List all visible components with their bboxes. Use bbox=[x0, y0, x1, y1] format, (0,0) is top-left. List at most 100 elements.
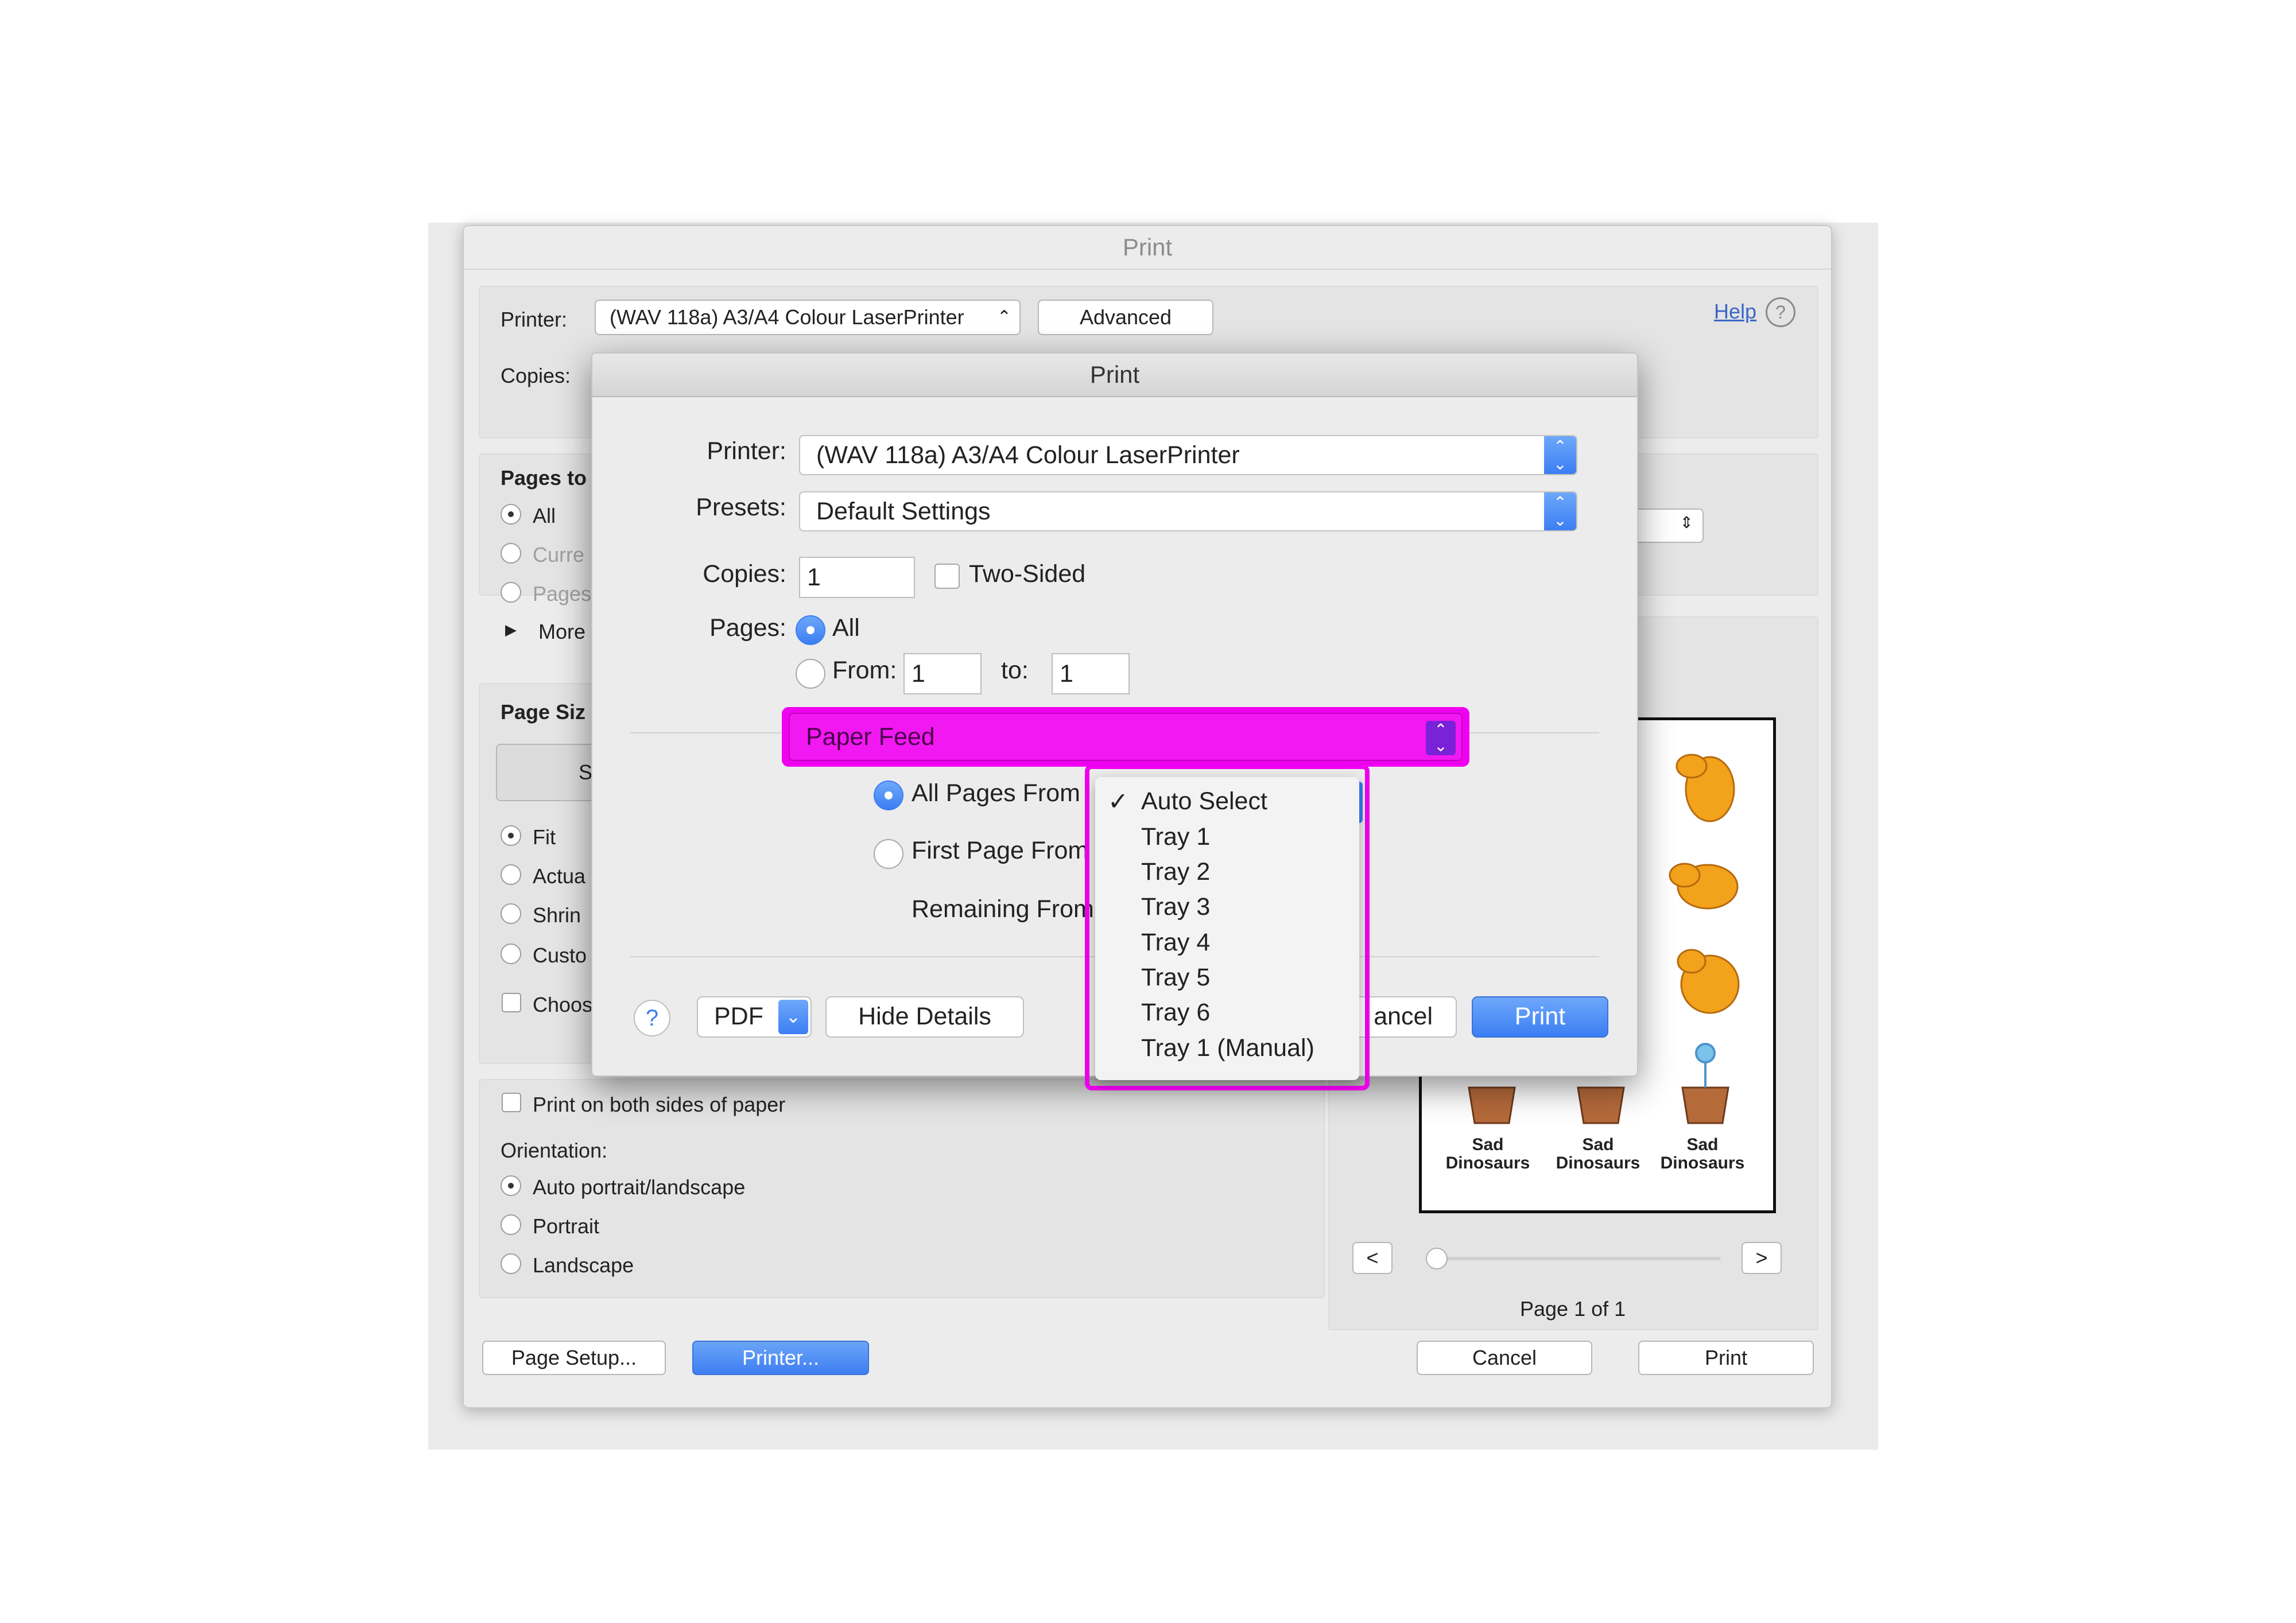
print-button[interactable]: Print bbox=[1638, 1341, 1814, 1375]
print-button[interactable]: Print bbox=[1472, 996, 1608, 1038]
caption-line: Sad bbox=[1582, 1135, 1614, 1154]
copies-field[interactable]: 1 bbox=[799, 557, 915, 598]
caption-line: Dinosaurs bbox=[1556, 1154, 1640, 1172]
two-sided-label: Two-Sided bbox=[969, 560, 1086, 588]
first-page-from-radio[interactable] bbox=[874, 839, 903, 869]
printer-label: Printer: bbox=[501, 308, 568, 331]
scale-fit-radio[interactable] bbox=[501, 825, 521, 846]
chevron-updown-icon: ⌃ ⌄ bbox=[1544, 436, 1576, 474]
orientation-auto-radio[interactable] bbox=[501, 1175, 521, 1196]
choose-paper-checkbox[interactable] bbox=[502, 993, 521, 1012]
presets-label: Presets: bbox=[696, 494, 786, 521]
page-slider-thumb[interactable] bbox=[1426, 1248, 1448, 1269]
orientation-portrait-radio[interactable] bbox=[501, 1214, 521, 1235]
menu-item-tray-2[interactable]: Tray 2 bbox=[1141, 858, 1210, 886]
chevron-updown-icon: ⌃ ⌄ bbox=[1426, 721, 1456, 755]
first-page-from-label: First Page From bbox=[912, 837, 1089, 864]
pages-from-radio[interactable] bbox=[796, 659, 825, 689]
help-link[interactable]: Help bbox=[1714, 300, 1756, 324]
pages-all-radio[interactable] bbox=[501, 504, 521, 525]
preview-caption: Sad Dinosaurs bbox=[1659, 1136, 1746, 1172]
caption-line: Dinosaurs bbox=[1445, 1154, 1530, 1172]
pages-current-radio[interactable] bbox=[501, 543, 521, 564]
orientation-label: Orientation: bbox=[501, 1139, 608, 1162]
sheet-printer-popup[interactable]: (WAV 118a) A3/A4 Colour LaserPrinter ⌃ ⌄ bbox=[799, 435, 1577, 475]
panel-selector-popup[interactable]: Paper Feed ⌃ ⌄ bbox=[789, 713, 1463, 761]
menu-item-tray-3[interactable]: Tray 3 bbox=[1141, 893, 1210, 921]
pages-range-radio[interactable] bbox=[501, 582, 521, 603]
pages-all-radio[interactable] bbox=[796, 615, 825, 645]
menu-item-tray-1[interactable]: Tray 1 bbox=[1141, 823, 1210, 851]
next-page-button[interactable]: > bbox=[1742, 1242, 1782, 1274]
pdf-label: PDF bbox=[714, 1003, 763, 1030]
page-slider-track[interactable] bbox=[1434, 1257, 1721, 1260]
scale-actual-label: Actua bbox=[533, 864, 586, 888]
disclosure-triangle-icon[interactable]: ▶ bbox=[505, 621, 517, 639]
orientation-auto-label: Auto portrait/landscape bbox=[533, 1175, 746, 1199]
panel-selector-value: Paper Feed bbox=[806, 723, 935, 751]
cancel-button[interactable]: Cancel bbox=[1417, 1341, 1592, 1375]
choose-paper-label: Choos bbox=[533, 993, 593, 1016]
sheet-title: Print bbox=[592, 354, 1637, 397]
scale-fit-label: Fit bbox=[533, 825, 556, 849]
to-page-field[interactable]: 1 bbox=[1052, 653, 1130, 694]
scale-custom-label: Custo bbox=[533, 943, 587, 967]
duplex-label: Print on both sides of paper bbox=[533, 1093, 786, 1116]
printer-select[interactable]: (WAV 118a) A3/A4 Colour LaserPrinter ⌃ bbox=[595, 300, 1021, 335]
previous-page-button[interactable]: < bbox=[1352, 1242, 1393, 1274]
page-size-heading: Page Siz bbox=[501, 700, 586, 724]
menu-item-tray-4[interactable]: Tray 4 bbox=[1141, 929, 1210, 957]
duplex-checkbox[interactable] bbox=[502, 1093, 521, 1112]
orientation-landscape-label: Landscape bbox=[533, 1253, 634, 1277]
help-circle-icon[interactable]: ? bbox=[1766, 297, 1795, 327]
hide-details-button[interactable]: Hide Details bbox=[825, 996, 1024, 1038]
checkmark-icon: ✓ bbox=[1108, 788, 1129, 816]
remaining-from-label: Remaining From bbox=[912, 895, 1094, 923]
pdf-menu-button[interactable]: PDF ⌄ bbox=[697, 996, 812, 1038]
preview-caption: Sad Dinosaurs bbox=[1445, 1136, 1531, 1172]
menu-item-tray-1-manual[interactable]: Tray 1 (Manual) bbox=[1141, 1034, 1314, 1062]
pages-range-label: Pages bbox=[533, 582, 592, 605]
window-title: Print bbox=[464, 226, 1831, 270]
sheet-printer-value: (WAV 118a) A3/A4 Colour LaserPrinter bbox=[816, 441, 1240, 469]
scale-custom-radio[interactable] bbox=[501, 943, 521, 964]
presets-value: Default Settings bbox=[816, 498, 991, 525]
printer-select-value: (WAV 118a) A3/A4 Colour LaserPrinter bbox=[610, 305, 964, 329]
scale-shrink-label: Shrin bbox=[533, 903, 581, 927]
scale-actual-radio[interactable] bbox=[501, 864, 521, 885]
scale-shrink-radio[interactable] bbox=[501, 903, 521, 924]
orientation-portrait-label: Portrait bbox=[533, 1214, 600, 1238]
caption-line: Sad bbox=[1472, 1135, 1504, 1154]
printer-button[interactable]: Printer... bbox=[692, 1341, 869, 1375]
menu-item-auto-select[interactable]: Auto Select bbox=[1141, 787, 1267, 816]
pages-heading: Pages to bbox=[501, 466, 587, 490]
chevron-updown-icon: ⌃ bbox=[996, 308, 1011, 327]
chevron-down-icon: ⌄ bbox=[778, 1000, 808, 1034]
copies-label: Copies: bbox=[703, 560, 786, 588]
sheet-printer-label: Printer: bbox=[707, 437, 786, 465]
menu-item-tray-5[interactable]: Tray 5 bbox=[1141, 964, 1210, 992]
select-stub[interactable]: ⇕ bbox=[1629, 508, 1704, 543]
pages-label: Pages: bbox=[709, 614, 786, 642]
caption-line: Sad bbox=[1686, 1135, 1719, 1154]
help-icon[interactable]: ? bbox=[634, 1000, 670, 1036]
chevron-updown-icon: ⇕ bbox=[1680, 514, 1693, 531]
copies-label: Copies: bbox=[501, 364, 571, 387]
more-options-label[interactable]: More bbox=[538, 620, 585, 644]
paper-source-menu: ✓ Auto Select Tray 1 Tray 2 Tray 3 Tray … bbox=[1095, 777, 1359, 1080]
pages-all-label: All bbox=[533, 504, 556, 527]
orientation-landscape-radio[interactable] bbox=[501, 1253, 521, 1274]
page-counter: Page 1 of 1 bbox=[1520, 1297, 1626, 1321]
pages-current-label: Curre bbox=[533, 543, 585, 566]
all-pages-from-label: All Pages From bbox=[912, 779, 1080, 807]
two-sided-checkbox[interactable] bbox=[934, 564, 960, 589]
advanced-button[interactable]: Advanced bbox=[1038, 300, 1213, 335]
chevron-updown-icon: ⌃ ⌄ bbox=[1544, 492, 1576, 530]
pages-from-label: From: bbox=[832, 657, 897, 684]
presets-popup[interactable]: Default Settings ⌃ ⌄ bbox=[799, 491, 1577, 531]
page-setup-button[interactable]: Page Setup... bbox=[482, 1341, 666, 1375]
from-page-field[interactable]: 1 bbox=[903, 653, 982, 694]
preview-caption: Sad Dinosaurs bbox=[1555, 1136, 1641, 1172]
all-pages-from-radio[interactable] bbox=[874, 781, 903, 810]
menu-item-tray-6[interactable]: Tray 6 bbox=[1141, 999, 1210, 1027]
